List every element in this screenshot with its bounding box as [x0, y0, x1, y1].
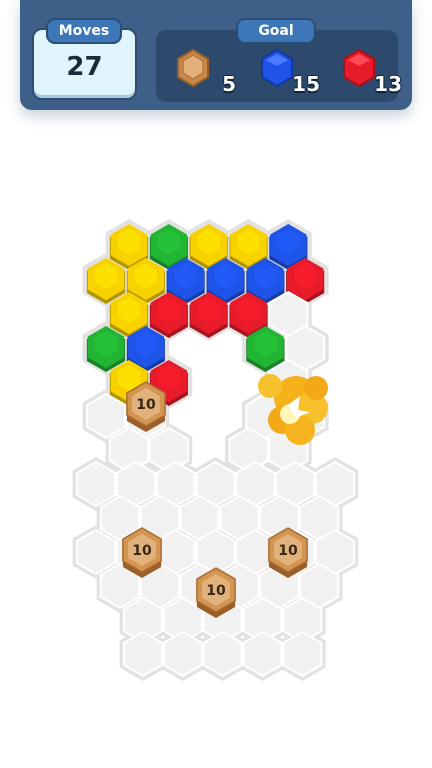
explosion-icon — [258, 374, 328, 445]
explosion-effect — [258, 374, 328, 445]
